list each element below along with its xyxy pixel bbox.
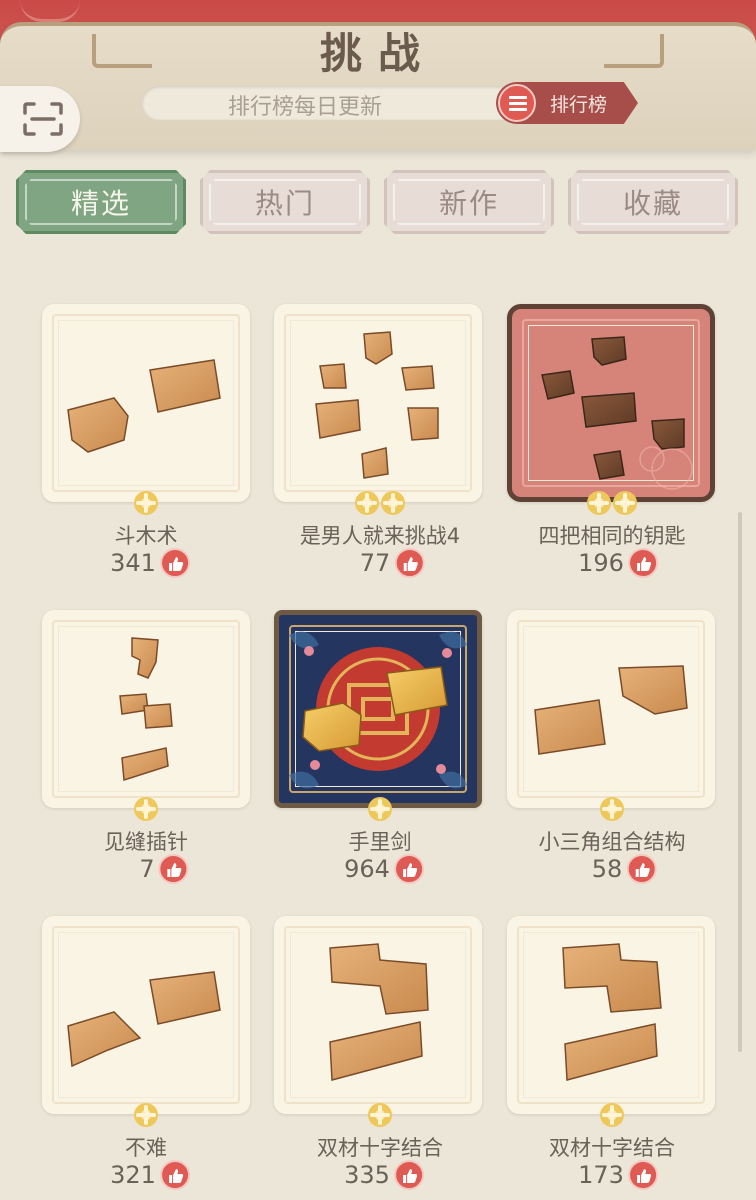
difficulty-rating [368, 797, 392, 823]
puzzle-preview [329, 943, 429, 1081]
flower-icon [134, 1103, 158, 1127]
thumbs-up-icon[interactable] [627, 548, 658, 578]
like-number: 7 [139, 855, 155, 883]
difficulty-rating [355, 491, 405, 517]
difficulty-rating [134, 491, 158, 517]
flower-icon [381, 491, 405, 515]
thumbs-up-icon[interactable] [393, 854, 424, 884]
list-icon [498, 84, 536, 122]
like-count: 77 [360, 548, 425, 578]
puzzle-preview [119, 637, 173, 781]
like-count: 341 [110, 548, 190, 578]
puzzle-preview [534, 665, 688, 755]
difficulty-rating [600, 1103, 624, 1129]
flower-icon [134, 797, 158, 821]
flower-icon [600, 797, 624, 821]
like-count: 335 [344, 1160, 424, 1190]
puzzle-preview [315, 331, 439, 479]
thumbs-up-icon[interactable] [159, 548, 190, 578]
like-number: 335 [344, 1161, 390, 1189]
puzzle-card[interactable] [274, 916, 482, 1114]
puzzle-title: 不难 [125, 1136, 167, 1160]
puzzle-title: 斗木术 [114, 524, 178, 548]
tab-featured[interactable]: 精选 [16, 170, 186, 234]
tab-label: 热门 [254, 187, 315, 220]
like-count: 7 [139, 854, 189, 884]
like-number: 77 [359, 549, 391, 577]
thumbs-up-icon[interactable] [393, 1160, 424, 1190]
puzzle-title: 见缝插针 [104, 830, 188, 854]
puzzle-preview [541, 336, 693, 490]
puzzle-preview [289, 631, 467, 789]
puzzle-preview [67, 971, 221, 1068]
like-count: 964 [344, 854, 424, 884]
puzzle-card[interactable] [507, 916, 715, 1114]
flower-icon [587, 491, 611, 515]
flower-icon [613, 491, 637, 515]
puzzle-card-special[interactable] [274, 610, 482, 808]
tab-label: 精选 [70, 187, 131, 220]
puzzle-card[interactable] [42, 916, 250, 1114]
like-number: 964 [344, 855, 390, 883]
like-number: 341 [110, 549, 156, 577]
puzzle-card[interactable] [507, 610, 715, 808]
tab-label: 新作 [438, 187, 499, 220]
puzzle-preview [562, 943, 662, 1081]
difficulty-rating [587, 491, 637, 517]
tab-favorites[interactable]: 收藏 [568, 170, 738, 234]
leaderboard-button[interactable]: 排行榜 [496, 82, 638, 124]
like-number: 173 [578, 1161, 624, 1189]
puzzle-card-selected[interactable] [507, 304, 715, 502]
puzzle-preview [67, 359, 221, 453]
like-count: 58 [592, 854, 657, 884]
difficulty-rating [134, 1103, 158, 1129]
puzzle-card[interactable] [274, 304, 482, 502]
like-number: 58 [591, 855, 623, 883]
tab-hot[interactable]: 热门 [200, 170, 370, 234]
thumbs-up-icon[interactable] [627, 1160, 658, 1190]
puzzle-card[interactable] [42, 304, 250, 502]
puzzle-title: 四把相同的钥匙 [538, 524, 686, 548]
puzzle-title: 手里剑 [348, 830, 412, 854]
scrollbar[interactable] [738, 512, 742, 1052]
puzzle-card[interactable] [42, 610, 250, 808]
scan-icon [23, 102, 63, 136]
page-title: 挑战 [319, 29, 436, 78]
difficulty-rating [600, 797, 624, 823]
rank-notice-text: 排行榜每日更新 [228, 95, 383, 120]
scan-button[interactable] [0, 86, 80, 152]
leaderboard-label: 排行榜 [550, 94, 608, 116]
header-ornament [20, 0, 80, 22]
flower-icon [600, 1103, 624, 1127]
puzzle-title: 小三角组合结构 [538, 830, 686, 854]
tab-new[interactable]: 新作 [384, 170, 554, 234]
like-number: 196 [578, 549, 624, 577]
puzzle-title: 双材十字结合 [549, 1136, 675, 1160]
difficulty-rating [134, 797, 158, 823]
thumbs-up-icon[interactable] [394, 548, 425, 578]
like-count: 173 [578, 1160, 658, 1190]
like-number: 321 [110, 1161, 156, 1189]
thumbs-up-icon[interactable] [158, 854, 189, 884]
flower-icon [368, 1103, 392, 1127]
flower-icon [134, 491, 158, 515]
puzzle-title: 是男人就来挑战4 [299, 524, 461, 548]
thumbs-up-icon[interactable] [159, 1160, 190, 1190]
tab-label: 收藏 [622, 187, 683, 220]
like-count: 196 [578, 548, 658, 578]
puzzle-title: 双材十字结合 [317, 1136, 443, 1160]
difficulty-rating [368, 1103, 392, 1129]
flower-icon [368, 797, 392, 821]
like-count: 321 [110, 1160, 190, 1190]
thumbs-up-icon[interactable] [626, 854, 657, 884]
flower-icon [355, 491, 379, 515]
